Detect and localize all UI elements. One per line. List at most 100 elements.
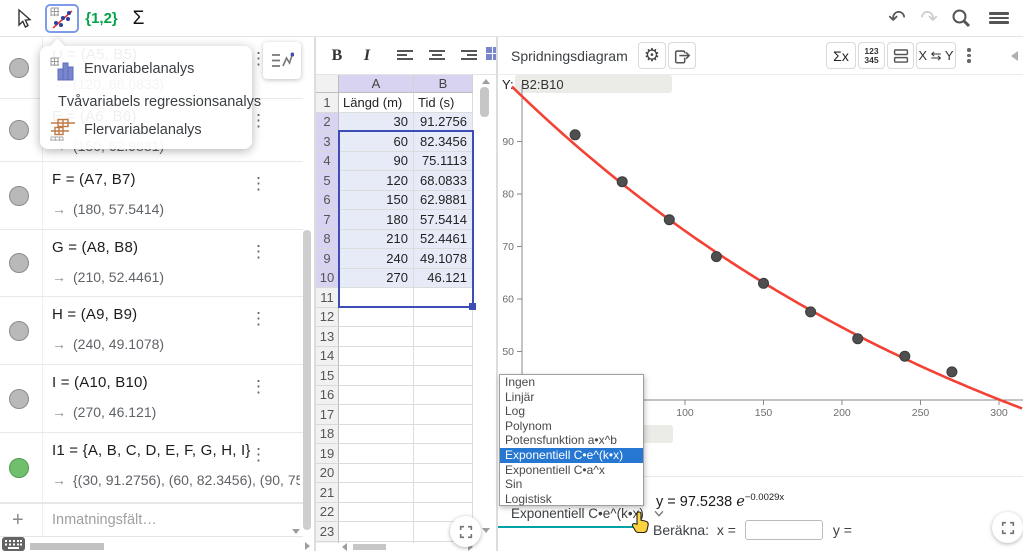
algebra-vertical-scrollbar[interactable] — [303, 230, 311, 530]
scroll-up-arrow-icon[interactable] — [482, 79, 490, 84]
regression-option[interactable]: Linjär — [500, 390, 643, 405]
italic-button[interactable]: I — [354, 43, 380, 69]
panel-divider[interactable] — [314, 37, 315, 551]
evaluate-x-input[interactable] — [745, 520, 823, 540]
regression-option[interactable]: Log — [500, 404, 643, 419]
row-header-4[interactable]: 4 — [316, 152, 339, 172]
search-button[interactable] — [948, 6, 974, 30]
regression-analysis-tool-button[interactable] — [45, 4, 79, 33]
stats-fullscreen-button[interactable] — [992, 512, 1023, 543]
cell-A2[interactable]: 30 — [339, 113, 414, 133]
row-header-9[interactable]: 9 — [316, 249, 339, 269]
row-header-23[interactable]: 23 — [316, 522, 339, 542]
cell-B16[interactable] — [414, 386, 473, 406]
column-header-A[interactable]: A — [339, 75, 414, 93]
visibility-toggle[interactable] — [9, 186, 29, 206]
cell-B13[interactable] — [414, 327, 473, 347]
sum-tool-button[interactable]: Σ — [123, 4, 154, 33]
sheet-corner-cell[interactable] — [316, 75, 339, 93]
algebra-view-options-button[interactable] — [263, 42, 301, 79]
cell-B21[interactable] — [414, 483, 473, 503]
cell-A8[interactable]: 210 — [339, 230, 414, 250]
cell-B15[interactable] — [414, 366, 473, 386]
cell-B17[interactable] — [414, 405, 473, 425]
algebra-row-G[interactable]: G = (A8, B8)→(210, 52.4461)⋮ — [0, 230, 303, 297]
cell-A1[interactable]: Längd (m) — [339, 93, 414, 113]
cell-A24[interactable] — [339, 542, 414, 544]
algebra-input-row[interactable]: + — [0, 503, 303, 537]
menu-item-multi-variable-analysis[interactable]: Flervariabelanalys — [40, 113, 252, 147]
regression-option[interactable]: Ingen — [500, 375, 643, 390]
scroll-down-arrow-icon[interactable] — [292, 529, 300, 534]
cell-B20[interactable] — [414, 464, 473, 484]
undo-button[interactable]: ↶ — [884, 6, 910, 30]
sheet-horizontal-scrollbar[interactable] — [353, 544, 386, 550]
cell-A6[interactable]: 150 — [339, 191, 414, 211]
cell-A14[interactable] — [339, 347, 414, 367]
visibility-toggle[interactable] — [9, 389, 29, 409]
regression-option[interactable]: Potensfunktion a•x^b — [500, 433, 643, 448]
row-header-24[interactable]: 24 — [316, 542, 339, 544]
cell-B4[interactable]: 75.1113 — [414, 152, 473, 172]
cell-B18[interactable] — [414, 425, 473, 445]
visibility-toggle[interactable] — [9, 58, 29, 78]
cell-A3[interactable]: 60 — [339, 132, 414, 152]
row-header-20[interactable]: 20 — [316, 464, 339, 484]
visibility-toggle[interactable] — [9, 120, 29, 140]
row-header-7[interactable]: 7 — [316, 210, 339, 230]
cell-A20[interactable] — [339, 464, 414, 484]
align-center-button[interactable] — [424, 43, 450, 69]
algebra-row-I1[interactable]: I1 = {A, B, C, D, E, F, G, H, I}→{(30, 9… — [0, 433, 303, 503]
row-header-22[interactable]: 22 — [316, 503, 339, 523]
cell-A18[interactable] — [339, 425, 414, 445]
cell-B10[interactable]: 46.121 — [414, 269, 473, 289]
algebra-row-I[interactable]: I = (A10, B10)→(270, 46.121)⋮ — [0, 365, 303, 433]
kebab-menu-icon[interactable]: ⋮ — [250, 379, 267, 395]
algebra-horizontal-scrollbar[interactable] — [30, 543, 104, 550]
collapse-panel-arrow-icon[interactable] — [1011, 51, 1018, 61]
plot-type-select[interactable]: Spridningsdiagram — [511, 46, 649, 66]
cell-A10[interactable]: 270 — [339, 269, 414, 289]
cell-B3[interactable]: 82.3456 — [414, 132, 473, 152]
row-header-5[interactable]: 5 — [316, 171, 339, 191]
cell-B2[interactable]: 91.2756 — [414, 113, 473, 133]
row-header-15[interactable]: 15 — [316, 366, 339, 386]
row-header-2[interactable]: 2 — [316, 113, 339, 133]
regression-option[interactable]: Logistisk — [500, 492, 643, 507]
regression-option[interactable]: Sin — [500, 477, 643, 492]
cell-A9[interactable]: 240 — [339, 249, 414, 269]
cell-A23[interactable] — [339, 522, 414, 542]
align-left-button[interactable] — [392, 43, 418, 69]
sum-statistics-button[interactable]: Σx — [826, 42, 856, 69]
menu-item-one-variable-analysis[interactable]: Envariabelanalys — [40, 52, 252, 86]
export-button[interactable] — [668, 42, 696, 69]
cell-B1[interactable]: Tid (s) — [414, 93, 473, 113]
swap-xy-button[interactable]: X ⇆ Y — [916, 42, 956, 69]
row-header-19[interactable]: 19 — [316, 444, 339, 464]
regression-option[interactable]: Polynom — [500, 419, 643, 434]
cell-B8[interactable]: 52.4461 — [414, 230, 473, 250]
cell-A13[interactable] — [339, 327, 414, 347]
move-tool-button[interactable] — [7, 4, 39, 33]
sheet-grid[interactable]: AB1Längd (m)Tid (s)23091.275636082.34564… — [316, 75, 497, 543]
more-options-button[interactable] — [960, 42, 978, 69]
cell-B11[interactable] — [414, 288, 473, 308]
visibility-toggle[interactable] — [9, 321, 29, 341]
row-header-18[interactable]: 18 — [316, 425, 339, 445]
sheet-fullscreen-button[interactable] — [450, 516, 481, 547]
algebra-row-F[interactable]: F = (A7, B7)→(180, 57.5414)⋮ — [0, 162, 303, 230]
row-header-13[interactable]: 13 — [316, 327, 339, 347]
algebra-row-H[interactable]: H = (A9, B9)→(240, 49.1078)⋮ — [0, 297, 303, 365]
cell-B6[interactable]: 62.9881 — [414, 191, 473, 211]
scroll-right-arrow-icon[interactable] — [305, 542, 310, 550]
cell-A5[interactable]: 120 — [339, 171, 414, 191]
scroll-down-arrow-icon[interactable] — [482, 528, 490, 533]
kebab-menu-icon[interactable]: ⋮ — [250, 244, 267, 260]
main-menu-button[interactable] — [986, 6, 1012, 30]
panel-divider[interactable] — [496, 37, 497, 551]
cell-B19[interactable] — [414, 444, 473, 464]
cell-A15[interactable] — [339, 366, 414, 386]
kebab-menu-icon[interactable]: ⋮ — [250, 447, 267, 463]
kebab-menu-icon[interactable]: ⋮ — [250, 176, 267, 192]
rounding-button[interactable]: 123345 — [858, 42, 885, 69]
